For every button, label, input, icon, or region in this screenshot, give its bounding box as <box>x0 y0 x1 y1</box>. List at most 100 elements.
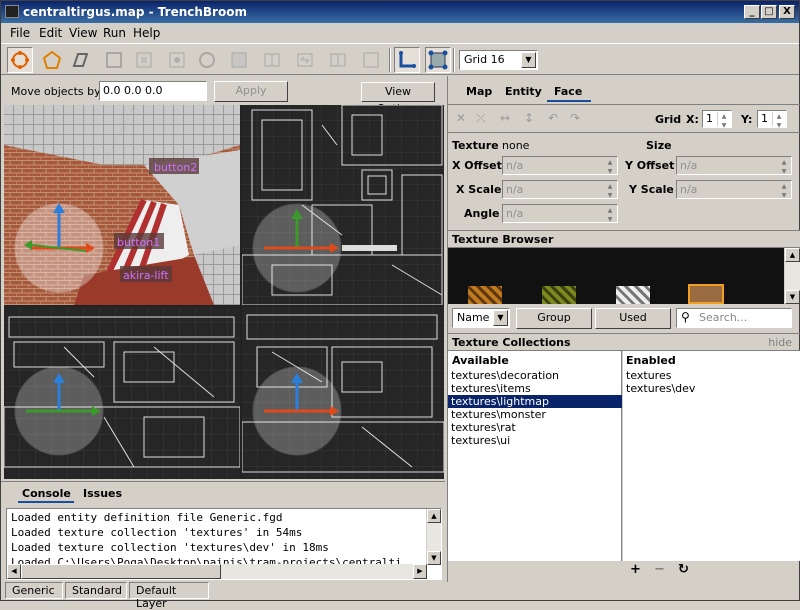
list-item[interactable]: textures <box>623 369 671 382</box>
console-horizontal-scrollbar[interactable]: ◀ ▶ <box>7 564 427 579</box>
flip-horizontal-face-icon[interactable]: ↔ <box>500 111 510 125</box>
uv-lock-icon[interactable] <box>425 47 451 73</box>
flip-vertical-face-icon[interactable]: ↕ <box>524 111 534 125</box>
texture-browser-scrollbar[interactable]: ▲ ▼ <box>784 248 800 304</box>
status-game: Generic <box>5 582 63 599</box>
texture-lock-icon[interactable] <box>394 47 420 73</box>
add-collection-icon[interactable]: + <box>630 562 641 577</box>
tab-face[interactable]: Face <box>554 85 582 98</box>
grid-x-input[interactable]: 1 ▲ ▼ <box>702 110 732 129</box>
sort-select[interactable]: Name ▼ <box>452 308 510 328</box>
tab-map[interactable]: Map <box>466 85 492 98</box>
spinner-icon[interactable]: ▲ ▼ <box>603 182 616 199</box>
viewport-2d-xz[interactable] <box>4 307 240 479</box>
console-line: Loaded texture collection 'textures\dev'… <box>11 541 329 554</box>
maximize-button[interactable]: □ <box>761 5 777 19</box>
spinner-icon[interactable]: ▲ ▼ <box>603 206 616 223</box>
vertex-tool-icon[interactable] <box>39 47 65 73</box>
used-button[interactable]: Used <box>595 308 671 329</box>
texture-thumbnail[interactable] <box>616 286 650 304</box>
texture-thumbnail[interactable] <box>542 286 576 304</box>
list-item-selected[interactable]: textures\lightmap <box>448 395 622 408</box>
rotate-cw-icon[interactable]: ↷ <box>570 111 580 125</box>
reset-alignment-icon[interactable]: ⤫ <box>476 111 486 126</box>
move-tool-icon[interactable] <box>7 47 33 73</box>
spinner-icon[interactable]: ▲ ▼ <box>777 182 790 199</box>
grid-y-value: 1 <box>761 112 768 125</box>
viewport-2d-yz[interactable] <box>242 307 444 479</box>
list-item[interactable]: textures\monster <box>448 408 622 421</box>
minimize-button[interactable]: _ <box>744 5 760 19</box>
menu-help[interactable]: Help <box>133 26 160 40</box>
remove-collection-icon[interactable]: − <box>654 562 665 577</box>
viewport-3d[interactable]: button2 button1 akira-lift <box>4 105 240 305</box>
scroll-up-icon[interactable]: ▲ <box>427 509 441 523</box>
align-icon[interactable] <box>325 47 351 73</box>
flip-horizontal-icon[interactable] <box>259 47 285 73</box>
menu-edit[interactable]: Edit <box>39 26 62 40</box>
x-offset-label: X Offset <box>452 159 502 172</box>
rotate-ccw-icon[interactable]: ↶ <box>548 111 558 125</box>
texture-search-input[interactable]: Search... <box>676 308 792 328</box>
tab-console[interactable]: Console <box>22 487 71 500</box>
menu-run[interactable]: Run <box>103 26 126 40</box>
reload-collections-icon[interactable]: ↻ <box>678 562 689 577</box>
x-scale-input[interactable]: n/a ▲ ▼ <box>502 180 618 199</box>
texture-thumbnail-selected[interactable] <box>688 284 724 304</box>
scroll-thumb[interactable] <box>21 564 221 579</box>
view-options-button[interactable]: View Options <box>361 82 435 115</box>
scale-tool-icon[interactable] <box>164 47 190 73</box>
list-item[interactable]: textures\items <box>448 382 622 395</box>
spinner-icon[interactable]: ▲ ▼ <box>772 112 785 129</box>
list-item[interactable]: textures\ui <box>448 434 622 447</box>
enabled-collections-list[interactable]: Enabled textures textures\dev <box>623 351 800 561</box>
list-item[interactable]: textures\rat <box>448 421 622 434</box>
hide-link[interactable]: hide <box>768 336 792 349</box>
grid-x-value: 1 <box>706 112 713 125</box>
available-collections-list[interactable]: Available textures\decoration textures\i… <box>448 351 622 561</box>
texture-browser-view[interactable]: ▲ ▼ <box>448 248 800 304</box>
apply-button[interactable]: Apply <box>214 81 288 102</box>
viewport-2d-xy[interactable] <box>242 105 444 305</box>
x-offset-input[interactable]: n/a ▲ ▼ <box>502 156 618 175</box>
scroll-left-icon[interactable]: ◀ <box>7 564 21 579</box>
snap-icon[interactable] <box>358 47 384 73</box>
y-offset-input[interactable]: n/a ▲ ▼ <box>676 156 792 175</box>
console-vertical-scrollbar[interactable]: ▲ ▼ <box>426 509 441 565</box>
list-item[interactable]: textures\dev <box>623 382 695 395</box>
spinner-icon[interactable]: ▲ ▼ <box>777 158 790 175</box>
active-tab-indicator <box>547 100 591 102</box>
move-objects-input[interactable]: 0.0 0.0 0.0 <box>99 81 207 101</box>
texture-thumbnail[interactable] <box>468 286 502 304</box>
grid-size-select[interactable]: Grid 16 ▼ <box>459 50 538 70</box>
scroll-up-icon[interactable]: ▲ <box>785 248 800 262</box>
scroll-down-icon[interactable]: ▼ <box>785 290 800 304</box>
close-button[interactable]: X <box>779 5 795 19</box>
group-button[interactable]: Group <box>516 308 592 329</box>
status-layer: Default Layer <box>129 582 209 610</box>
texture-label: Texture <box>452 139 499 152</box>
entity-label-akira-lift: akira-lift <box>123 269 169 282</box>
rotate-tool-icon[interactable] <box>131 47 157 73</box>
grid-y-input[interactable]: 1 ▲ ▼ <box>757 110 787 129</box>
inspector-panel: Map Entity Face ✕ ⤫ ↔ ↕ ↶ ↷ Grid X: 1 ▲ ▼ … <box>447 76 800 582</box>
menu-view[interactable]: View <box>69 26 97 40</box>
clip-tool-icon[interactable] <box>194 47 220 73</box>
csg-tool-icon[interactable] <box>226 47 252 73</box>
face-tool-icon[interactable] <box>101 47 127 73</box>
scroll-right-icon[interactable]: ▶ <box>413 564 427 579</box>
y-scale-input[interactable]: n/a ▲ ▼ <box>676 180 792 199</box>
list-item[interactable]: textures\decoration <box>448 369 622 382</box>
edge-tool-icon[interactable] <box>67 47 93 73</box>
tab-issues[interactable]: Issues <box>83 487 122 500</box>
menu-file[interactable]: File <box>10 26 30 40</box>
reset-icon[interactable]: ✕ <box>456 111 466 125</box>
spinner-icon[interactable]: ▲ ▼ <box>603 158 616 175</box>
angle-input[interactable]: n/a ▲ ▼ <box>502 204 618 223</box>
scroll-down-icon[interactable]: ▼ <box>427 551 441 565</box>
spinner-icon[interactable]: ▲ ▼ <box>717 112 730 129</box>
title-bar[interactable]: centraltirgus.map - TrenchBroom _ □ X <box>1 1 799 23</box>
tab-entity[interactable]: Entity <box>505 85 542 98</box>
console-output[interactable]: Loaded entity definition file Generic.fg… <box>6 508 442 580</box>
flip-vertical-icon[interactable] <box>292 47 318 73</box>
